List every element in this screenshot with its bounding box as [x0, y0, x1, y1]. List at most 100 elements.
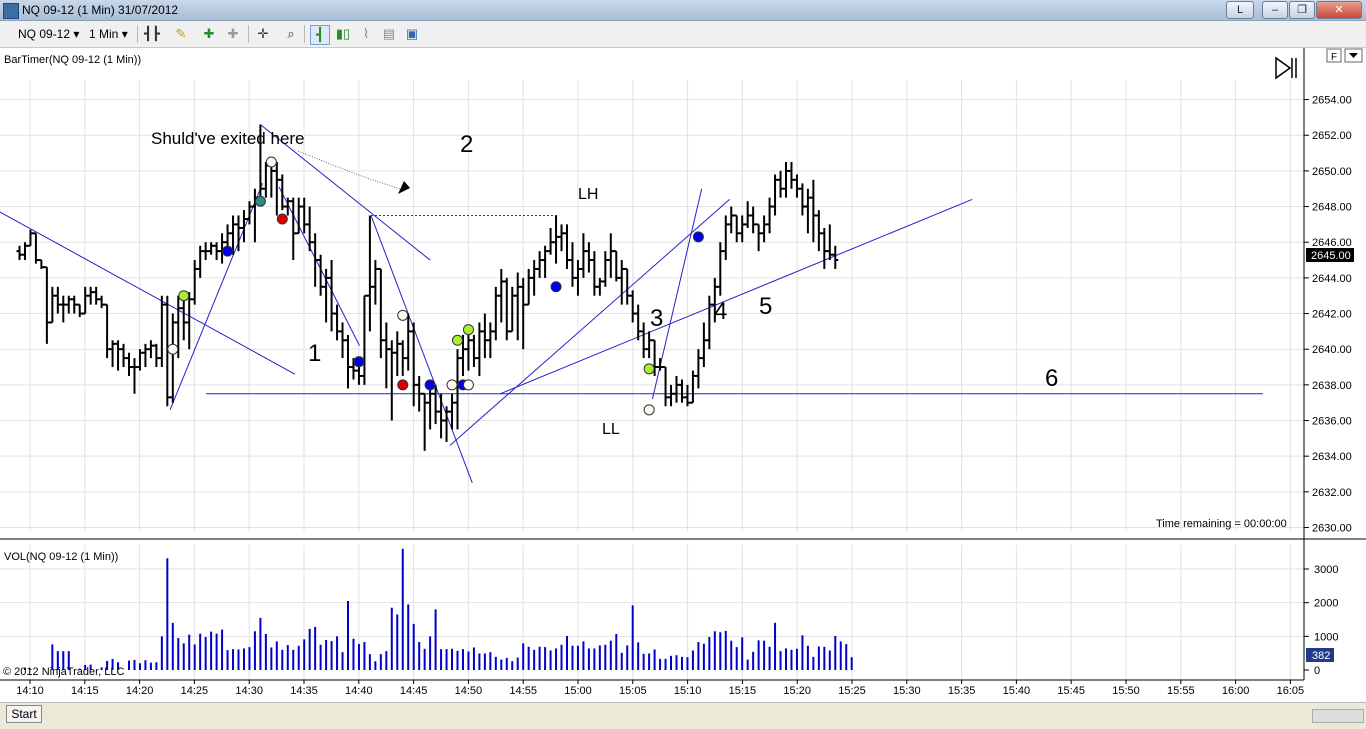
ohlc-bar [793, 174, 800, 198]
label-4: 4 [714, 298, 727, 325]
interval-selector[interactable]: 1 Min ▾ [89, 25, 128, 43]
chart-area[interactable]: 2630.00 2632.00 2634.00 2636.00 2638.00 2640.… [0, 48, 1366, 700]
price-tick-label: 2650.00 [1312, 166, 1352, 178]
instrument-selector[interactable]: NQ 09-12 ▾ [18, 25, 79, 43]
ohlc-bar [202, 242, 209, 261]
ohlc-bar [120, 343, 127, 368]
ohlc-bar [739, 215, 746, 243]
ohlc-bar [136, 349, 143, 371]
ohlc-bar [542, 245, 549, 278]
signal-dot [643, 404, 655, 416]
time-tick-label: 16:05 [1277, 685, 1305, 697]
chart-toolbar: NQ 09-12 ▾ 1 Min ▾ ┫┣ ✎ ✚ ✚ ✛ ⌕ ┫ ▮▯ ⌇ ▤… [0, 21, 1366, 48]
price-volume-chart[interactable]: 2630.00 2632.00 2634.00 2636.00 2638.00 2640.… [0, 48, 1366, 700]
time-tick-label: 14:25 [181, 685, 209, 697]
ohlc-bar [454, 349, 461, 430]
ohlc-bar [54, 286, 61, 314]
ohlc-bar [65, 295, 72, 314]
properties-icon[interactable]: ▣ [403, 25, 421, 43]
candle-style-icon[interactable]: ▮▯ [334, 25, 352, 43]
time-tick-label: 15:30 [893, 685, 921, 697]
ohlc-bar [470, 334, 477, 368]
price-panel-label: BarTimer(NQ 09-12 (1 Min)) [4, 54, 141, 66]
ohlc-bar [317, 254, 324, 296]
ohlc-bar [624, 267, 631, 305]
ohlc-style-icon[interactable]: ┫ [310, 25, 330, 45]
volume-panel-label: VOL(NQ 09-12 (1 Min)) [4, 551, 118, 563]
ohlc-bar [602, 251, 609, 287]
drawing-tool-icon[interactable]: ✎ [172, 25, 190, 43]
ohlc-bar [27, 229, 34, 247]
ohlc-bar [405, 313, 412, 371]
ohlc-bar [104, 303, 111, 359]
ohlc-bar [536, 251, 543, 278]
ohlc-bar [383, 322, 390, 389]
label-6: 6 [1045, 365, 1058, 392]
bar-type-icon[interactable]: ┫┣ [143, 25, 161, 43]
ohlc-bar [635, 304, 642, 341]
ohlc-bar [717, 242, 724, 296]
line-style-icon[interactable]: ⌇ [357, 25, 375, 43]
restore-button[interactable]: ❐ [1289, 1, 1315, 19]
ohlc-bar [815, 210, 822, 252]
ohlc-bar [93, 286, 100, 305]
link-button[interactable]: L [1226, 1, 1254, 19]
ohlc-bar [339, 322, 346, 359]
price-axis-ticks: 2630.00 2632.00 2634.00 2636.00 2638.00 2640.… [1304, 95, 1352, 535]
zoom-icon[interactable]: ⌕ [282, 25, 300, 43]
time-tick-label: 15:20 [783, 685, 811, 697]
ohlc-bar [32, 232, 39, 264]
ohlc-bar [131, 358, 138, 394]
crosshair-icon[interactable]: ✛ [254, 25, 272, 43]
price-tick-label: 2634.00 [1312, 451, 1352, 463]
minimize-button[interactable]: – [1262, 1, 1288, 19]
ohlc-bar [43, 266, 50, 344]
ohlc-bar [761, 215, 768, 243]
ohlc-bar [60, 295, 67, 323]
ohlc-bar [180, 299, 187, 341]
data-box-icon[interactable]: ▤ [380, 25, 398, 43]
label-5: 5 [759, 293, 772, 320]
signal-dot [692, 231, 704, 243]
toolbar-separator [304, 25, 305, 43]
strategy-icon[interactable]: ✚ [224, 25, 242, 43]
time-tick-label: 16:00 [1222, 685, 1250, 697]
ohlc-bar [662, 366, 669, 407]
signal-dot [462, 379, 474, 391]
ohlc-bar [706, 295, 713, 350]
volume-tick-label: 2000 [1314, 598, 1338, 610]
ohlc-bar [334, 304, 341, 341]
price-tick-label: 2646.00 [1312, 237, 1352, 249]
ohlc-bar [613, 250, 620, 282]
horizontal-scrollbar[interactable] [1312, 709, 1364, 723]
time-tick-label: 14:20 [126, 685, 154, 697]
time-tick-label: 14:10 [16, 685, 44, 697]
price-tick-label: 2632.00 [1312, 487, 1352, 499]
ohlc-bar [443, 406, 450, 442]
price-tick-label: 2638.00 [1312, 380, 1352, 392]
ohlc-bar [553, 215, 560, 264]
scroll-to-end-icon[interactable] [1275, 56, 1297, 80]
ohlc-bar [585, 242, 592, 273]
ohlc-bar [16, 245, 23, 261]
ohlc-bar [788, 161, 795, 189]
ohlc-bar [273, 161, 280, 216]
ohlc-bar [668, 384, 675, 407]
ohlc-bar [169, 313, 176, 403]
close-button[interactable]: ✕ [1316, 1, 1362, 19]
ohlc-bar [388, 340, 395, 421]
indicator-icon[interactable]: ✚ [200, 25, 218, 43]
ohlc-bar [421, 392, 428, 451]
start-button[interactable]: Start [6, 705, 42, 723]
exit-note: Shuld've exited here [151, 129, 305, 148]
ohlc-bar [49, 286, 56, 324]
time-tick-label: 14:15 [71, 685, 99, 697]
ohlc-bar [640, 322, 647, 359]
interval-label: 1 Min [89, 27, 119, 41]
ohlc-bar [558, 224, 565, 252]
ohlc-bar [498, 268, 505, 323]
ohlc-bar [525, 268, 532, 306]
volume-tick-label: 1000 [1314, 631, 1338, 643]
ohlc-bar [98, 295, 105, 309]
ohlc-bar [109, 340, 116, 368]
